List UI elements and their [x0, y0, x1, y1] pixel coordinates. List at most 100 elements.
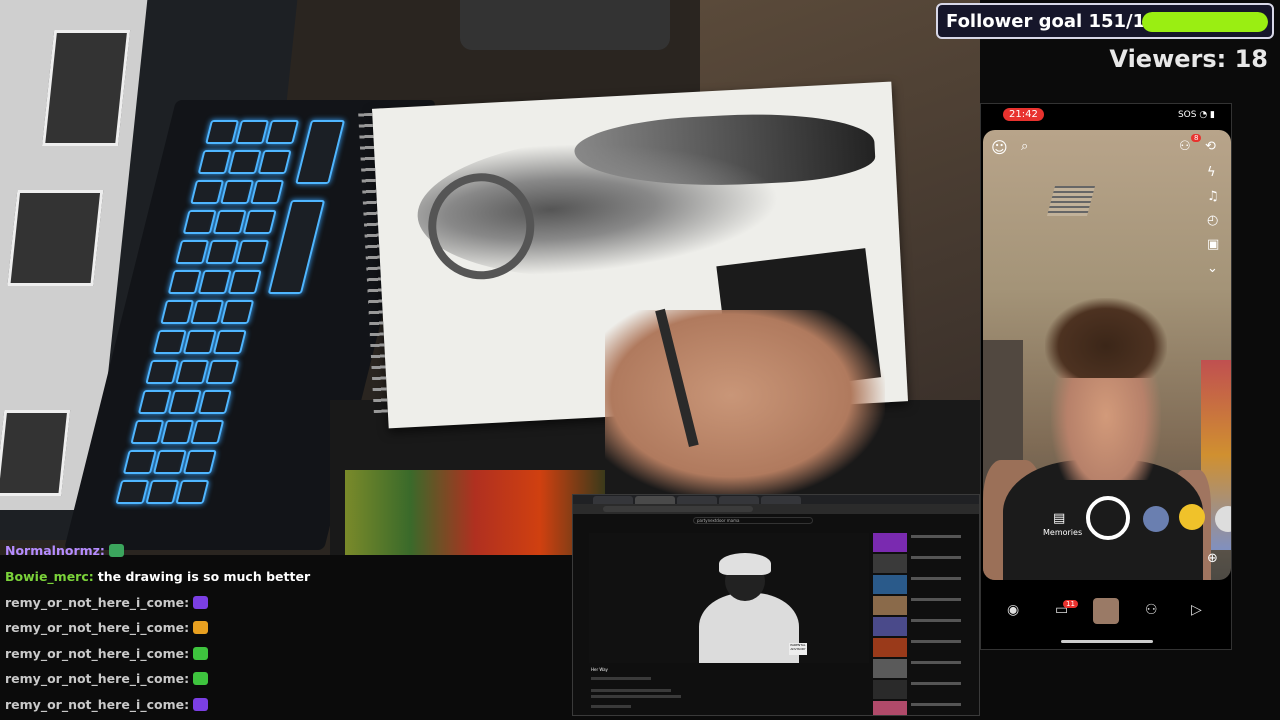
sos-label: SOS [1177, 110, 1197, 120]
recommended-title[interactable] [911, 598, 961, 601]
url-field[interactable] [603, 506, 753, 512]
add-friend-icon[interactable]: ⚇ [1179, 140, 1191, 153]
recommended-title[interactable] [911, 619, 961, 622]
drawing-hand [605, 310, 885, 500]
green-emote [193, 647, 209, 660]
browser-window: partynextdoor mama PARENTAL ADVISORY Her… [572, 494, 980, 716]
chat-message: remy_or_not_here_i_come: [5, 646, 209, 661]
recommended-title[interactable] [911, 556, 961, 559]
chat-message: Bowie_merc: the drawing is so much better [5, 569, 310, 584]
recommended-thumbnail[interactable] [873, 701, 907, 715]
recommended-title[interactable] [911, 682, 961, 685]
recommended-thumbnail[interactable] [873, 638, 907, 657]
purple-emote [193, 698, 209, 711]
chat-message: remy_or_not_here_i_come: [5, 620, 209, 635]
phone-clock: 21:42 [1003, 108, 1044, 121]
green-emote [193, 672, 209, 685]
recommended-thumbnail[interactable] [873, 596, 907, 615]
cat-emote [108, 544, 124, 557]
recommended-title[interactable] [911, 577, 961, 580]
memories-icon[interactable]: ▤ [1053, 512, 1065, 525]
chat-username[interactable]: remy_or_not_here_i_come: [5, 697, 189, 712]
chevron-down-icon[interactable]: ⌄ [1207, 262, 1218, 275]
search-input[interactable]: partynextdoor mama [693, 517, 813, 524]
browser-tab[interactable] [677, 496, 717, 504]
recommended-title[interactable] [911, 703, 961, 706]
recommended-thumbnail[interactable] [873, 617, 907, 636]
chat-username[interactable]: Bowie_merc: [5, 569, 94, 584]
person-hair [1045, 298, 1167, 378]
browser-tab[interactable] [635, 496, 675, 504]
play-icon[interactable]: ▷ [1191, 602, 1202, 618]
chat-badge: 11 [1063, 600, 1078, 608]
description-line [591, 689, 671, 692]
webcam-scene [0, 0, 980, 555]
phone-on-desk [460, 0, 670, 50]
youtube-header: partynextdoor mama [573, 514, 979, 526]
home-indicator [1061, 640, 1153, 643]
profile-icon[interactable] [1093, 598, 1119, 624]
camera-viewfinder: ☺ ⌕ ⚇ 8 ⟲ ϟ ♫ ◴ ▣ ⌄ ▤ Memories ⊕ [983, 130, 1231, 580]
recommended-title[interactable] [911, 535, 961, 538]
recommended-thumbnail[interactable] [873, 659, 907, 678]
description-line [591, 705, 631, 708]
lens-option-emoji[interactable] [1179, 504, 1205, 530]
chat-username[interactable]: remy_or_not_here_i_come: [5, 595, 189, 610]
description-line [591, 695, 681, 698]
shutter-button[interactable] [1086, 496, 1130, 540]
channel-line [591, 677, 651, 680]
recommended-thumbnail[interactable] [873, 680, 907, 699]
chat-message: Normalnormz: [5, 543, 124, 558]
browser-tab[interactable] [593, 496, 633, 504]
chat-overlay: Normalnormz: Bowie_merc: the drawing is so… [0, 540, 575, 720]
follower-goal-text: Follower goal 151/100 [946, 10, 1171, 32]
flash-off-icon[interactable]: ϟ [1207, 166, 1216, 179]
video-title: Her Way [591, 667, 608, 672]
memories-label: Memories [1043, 528, 1083, 537]
chat-username[interactable]: remy_or_not_here_i_come: [5, 620, 189, 635]
recommended-title[interactable] [911, 640, 961, 643]
follower-goal-fill [1142, 12, 1268, 32]
chat-username[interactable]: Normalnormz: [5, 543, 105, 558]
ceiling-vent [1046, 186, 1096, 216]
search-icon[interactable]: ⌕ [1021, 140, 1028, 153]
browser-tabs [573, 495, 979, 504]
music-icon[interactable]: ♫ [1207, 190, 1219, 203]
phone-screen: 21:42 SOS ◔ ▮ ☺ ⌕ ⚇ 8 ⟲ ϟ ♫ ◴ ▣ ⌄ ▤ Memo… [980, 103, 1232, 650]
follower-goal-widget: Follower goal 151/100 [936, 3, 1274, 39]
chat-username[interactable]: remy_or_not_here_i_come: [5, 646, 189, 661]
map-icon[interactable]: ◉ [1007, 602, 1019, 618]
chat-message: remy_or_not_here_i_come: [5, 697, 209, 712]
follower-goal-bar [1142, 12, 1268, 32]
purple-emote [193, 596, 209, 609]
recommended-videos [873, 527, 977, 715]
screen-photo [0, 410, 71, 496]
timer-icon[interactable]: ◴ [1207, 214, 1218, 227]
chat-username[interactable]: remy_or_not_here_i_come: [5, 671, 189, 686]
browser-tab[interactable] [761, 496, 801, 504]
bars-emote [193, 621, 209, 634]
chat-text: the drawing is so much better [97, 569, 311, 584]
recommended-title[interactable] [911, 661, 961, 664]
flip-camera-icon[interactable]: ⟲ [1205, 140, 1216, 153]
avatar-icon[interactable]: ☺ [991, 140, 1008, 156]
lens-option[interactable] [1143, 506, 1169, 532]
recommended-thumbnail[interactable] [873, 575, 907, 594]
browser-tab[interactable] [719, 496, 759, 504]
screen-photo [41, 30, 131, 146]
friends-icon[interactable]: ⚇ [1145, 602, 1158, 618]
chat-message: remy_or_not_here_i_come: [5, 595, 209, 610]
recommended-thumbnail[interactable] [873, 554, 907, 573]
recommended-thumbnail[interactable] [873, 533, 907, 552]
camera-mode-icon[interactable]: ▣ [1207, 238, 1219, 251]
video-player[interactable]: PARENTAL ADVISORY [589, 533, 869, 663]
viewer-count: Viewers: 18 [1109, 45, 1268, 73]
friend-badge: 8 [1191, 134, 1202, 142]
parental-advisory-label: PARENTAL ADVISORY [789, 643, 807, 655]
status-icons: SOS ◔ ▮ [1177, 110, 1215, 120]
phone-status-bar: 21:42 SOS ◔ ▮ [981, 104, 1231, 128]
zoom-icon[interactable]: ⊕ [1207, 552, 1218, 565]
screen-photo [7, 190, 104, 286]
chat-message: remy_or_not_here_i_come: [5, 671, 209, 686]
address-bar[interactable] [573, 504, 979, 514]
